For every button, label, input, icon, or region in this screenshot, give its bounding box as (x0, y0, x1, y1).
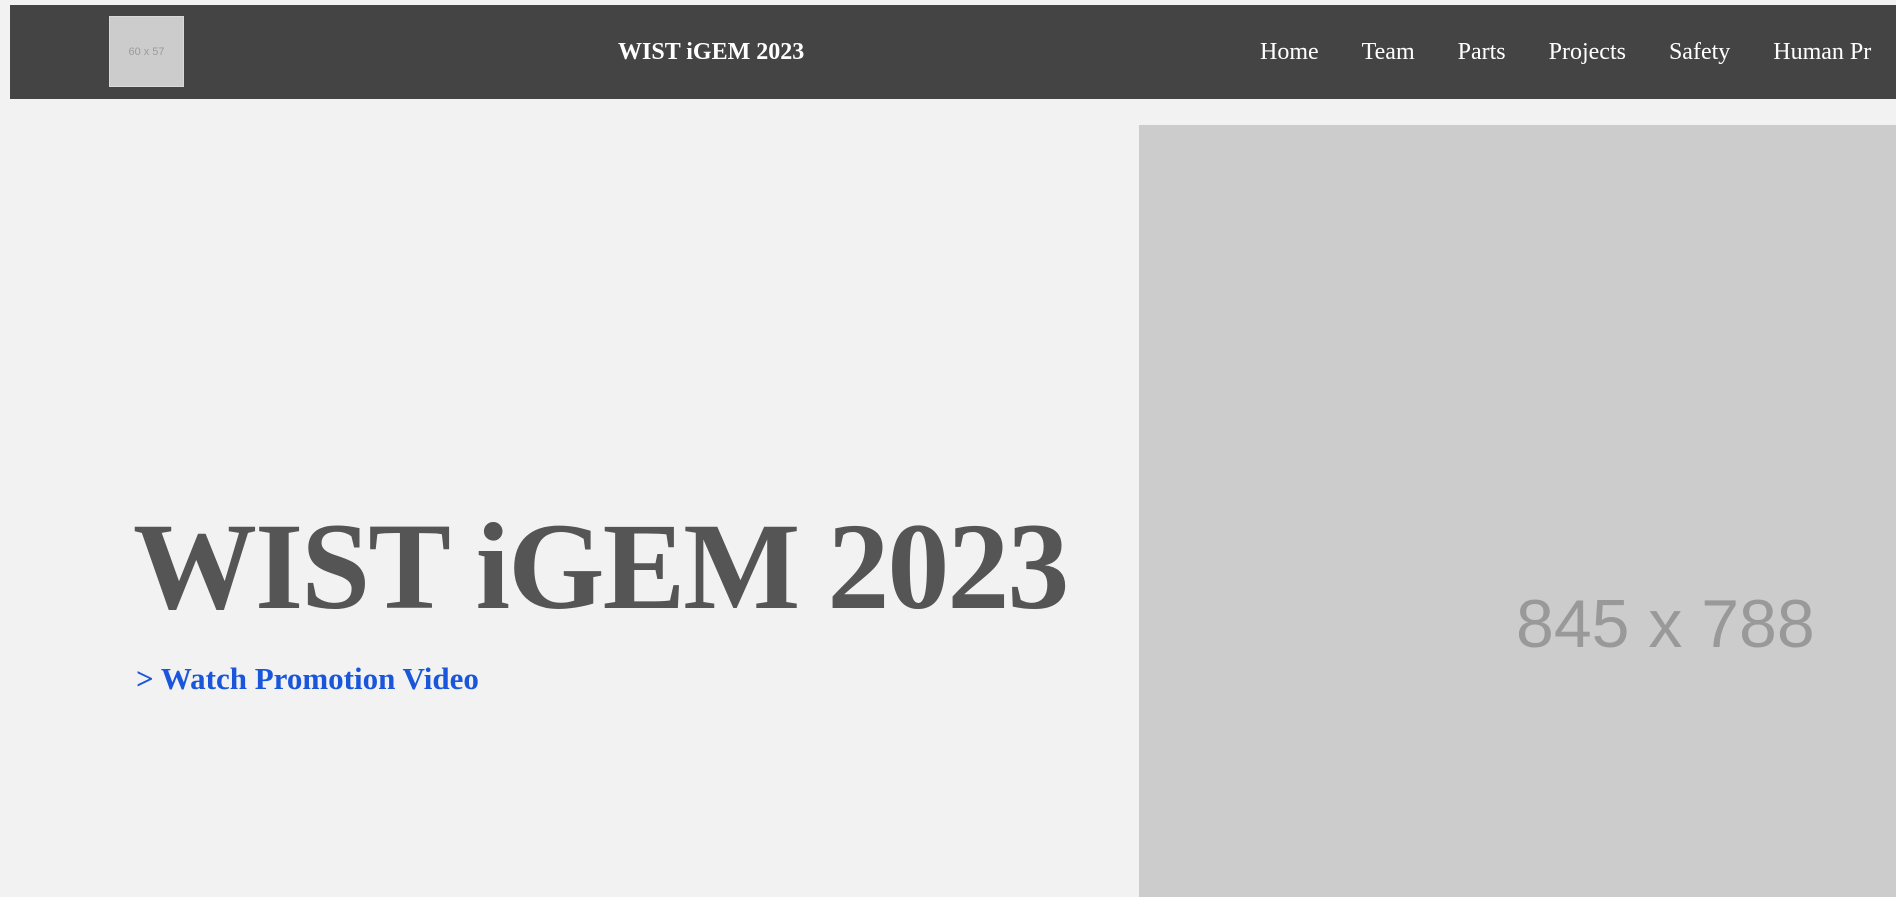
nav-menu: Home Team Parts Projects Safety Human Pr (1260, 5, 1871, 99)
nav-item-safety[interactable]: Safety (1669, 39, 1730, 66)
nav-item-home[interactable]: Home (1260, 39, 1319, 66)
watch-promotion-video-link[interactable]: > Watch Promotion Video (136, 661, 479, 697)
hero-image-placeholder-label: 845 x 788 (1516, 586, 1815, 662)
logo-image[interactable]: 60 x 57 (109, 16, 184, 87)
logo-placeholder-label: 60 x 57 (128, 45, 165, 58)
nav-item-human-practices[interactable]: Human Pr (1773, 39, 1871, 66)
hero-title: WIST iGEM 2023 (133, 498, 1069, 635)
site-title[interactable]: WIST iGEM 2023 (618, 5, 804, 99)
nav-item-parts[interactable]: Parts (1458, 39, 1506, 66)
hero-image: 845 x 788 (1139, 125, 1896, 897)
nav-item-team[interactable]: Team (1362, 39, 1415, 66)
page: 60 x 57 WIST iGEM 2023 Home Team Parts P… (0, 0, 1896, 897)
nav-item-projects[interactable]: Projects (1549, 39, 1626, 66)
top-navbar: 60 x 57 WIST iGEM 2023 Home Team Parts P… (10, 5, 1896, 99)
